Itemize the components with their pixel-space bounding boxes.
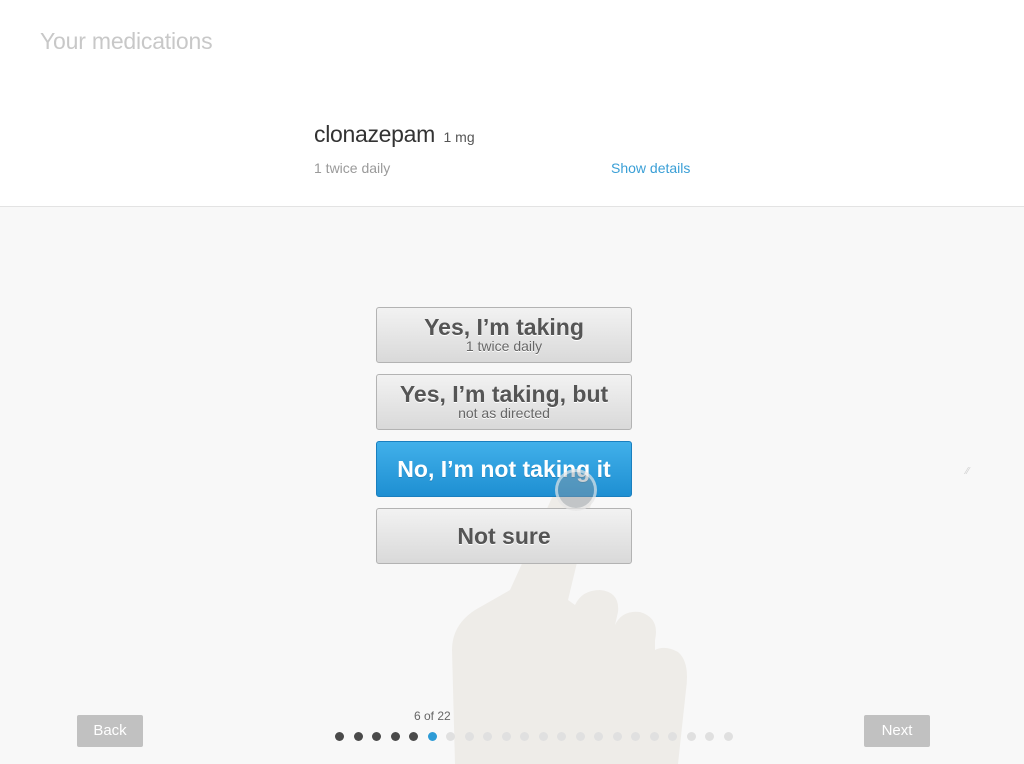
progress-dot [502, 732, 511, 741]
progress-dot [539, 732, 548, 741]
progress-dot [631, 732, 640, 741]
progress-dots [335, 732, 735, 742]
option-yes-taking-button[interactable]: Yes, I’m taking 1 twice daily [376, 307, 632, 363]
option-label: Not sure [457, 523, 551, 549]
resize-grip-icon: ⁄⁄ [966, 466, 970, 477]
medication-header-panel: Your medications clonazepam 1 mg 1 twice… [0, 0, 1024, 207]
medication-name: clonazepam [314, 121, 436, 147]
option-label: No, I’m not taking it [397, 456, 611, 482]
option-label: Yes, I’m taking, but [399, 381, 609, 407]
progress-dot [557, 732, 566, 741]
progress-dot [613, 732, 622, 741]
option-sublabel: not as directed [458, 405, 550, 421]
medication-name-row: clonazepam 1 mg [314, 121, 475, 148]
next-button[interactable]: Next [864, 715, 930, 747]
progress-dot [724, 732, 733, 741]
progress-dot [650, 732, 659, 741]
option-label: Yes, I’m taking [424, 314, 584, 340]
option-yes-not-as-directed-button[interactable]: Yes, I’m taking, but not as directed [376, 374, 632, 430]
progress-dot [335, 732, 344, 741]
progress-dot [687, 732, 696, 741]
medication-dose: 1 mg [443, 129, 475, 145]
page-title: Your medications [40, 28, 213, 54]
progress-dot [520, 732, 529, 741]
progress-dot [668, 732, 677, 741]
progress-dot [409, 732, 418, 741]
back-button[interactable]: Back [77, 715, 143, 747]
show-details-link[interactable]: Show details [611, 160, 690, 176]
progress-dot [483, 732, 492, 741]
option-not-sure-button[interactable]: Not sure [376, 508, 632, 564]
progress-dot [446, 732, 455, 741]
progress-dot [594, 732, 603, 741]
medication-schedule: 1 twice daily [314, 160, 391, 176]
progress-dot [354, 732, 363, 741]
progress-dot [372, 732, 381, 741]
option-sublabel: 1 twice daily [465, 338, 543, 354]
progress-dot [391, 732, 400, 741]
option-not-taking-button[interactable]: No, I’m not taking it [376, 441, 632, 497]
progress-dot [705, 732, 714, 741]
progress-dot [428, 732, 437, 741]
progress-dot [576, 732, 585, 741]
progress-counter: 6 of 22 [414, 709, 451, 723]
progress-dot [465, 732, 474, 741]
